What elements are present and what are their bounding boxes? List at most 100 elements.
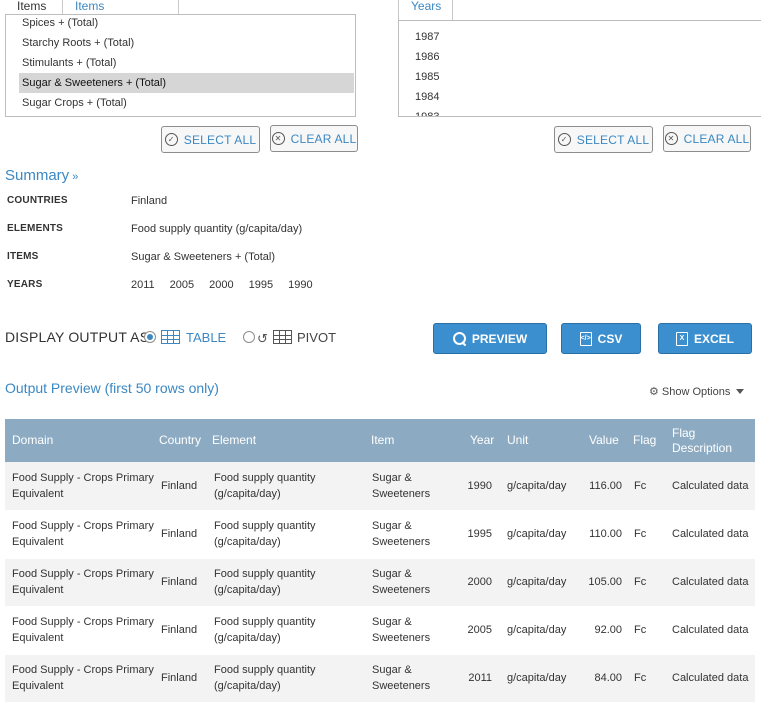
cell-value: 84.00 <box>594 672 622 684</box>
check-circle-icon: ✓ <box>557 133 571 146</box>
summary-years-value: 2011 2005 2000 1995 1990 <box>131 279 328 291</box>
list-item-label: Spices + (Total) <box>22 17 99 29</box>
cell-country: Finland <box>161 672 198 684</box>
cell-domain: Food Supply - Crops Primary Equivalent <box>12 471 154 500</box>
clear-circle-icon: ✕ <box>664 132 678 145</box>
header-country[interactable]: Country <box>156 419 210 462</box>
cell-item: Sugar & Sweeteners <box>372 664 431 692</box>
cell-domain: Food Supply - Crops Primary Equivalent <box>12 568 154 596</box>
cell-country: Finland <box>161 528 198 540</box>
cell-flag: Fc <box>634 624 647 636</box>
summary-year: 1990 <box>288 279 313 291</box>
list-item[interactable]: Sugar Crops + (Total) <box>6 93 355 113</box>
table-icon <box>161 330 180 344</box>
output-table: Domain Country Element Item Year Unit Va… <box>5 419 755 703</box>
summary-year: 1995 <box>248 279 274 291</box>
cell-year: 1990 <box>467 479 492 492</box>
items-clear-all-button[interactable]: ✕ CLEAR ALL <box>270 125 358 152</box>
cell-country: Finland <box>161 479 198 492</box>
tab-years-label: Years <box>411 0 442 13</box>
header-domain[interactable]: Domain <box>5 419 156 462</box>
list-item-selected[interactable]: Sugar & Sweeteners + (Total) <box>19 73 354 93</box>
items-list: Spices + (Total) Starchy Roots + (Total)… <box>6 15 355 113</box>
clear-all-label: CLEAR ALL <box>683 131 750 146</box>
list-item[interactable]: 1983 <box>399 107 761 116</box>
list-item[interactable]: 1986 <box>399 47 761 67</box>
cell-item: Sugar & Sweeteners <box>372 471 431 500</box>
header-item[interactable]: Item <box>360 419 458 462</box>
header-value[interactable]: Value <box>580 419 630 462</box>
table-row: Food Supply - Crops Primary Equivalent F… <box>5 558 755 606</box>
cell-flag: Fc <box>634 528 647 540</box>
cell-value: 110.00 <box>589 528 622 540</box>
cell-element: Food supply quantity (g/capita/day) <box>214 664 316 692</box>
table-header-row: Domain Country Element Item Year Unit Va… <box>5 419 755 462</box>
table-row: Food Supply - Crops Primary Equivalent F… <box>5 606 755 654</box>
search-icon <box>452 332 466 345</box>
cell-item: Sugar & Sweeteners <box>372 568 431 596</box>
clear-all-label: CLEAR ALL <box>290 131 357 146</box>
summary-toggle[interactable]: Summary» <box>5 167 78 184</box>
years-clear-all-button[interactable]: ✕ CLEAR ALL <box>663 125 751 152</box>
cell-unit: g/capita/day <box>507 672 567 684</box>
list-item-label: Sugar & Sweeteners + (Total) <box>22 77 166 89</box>
csv-file-icon: </> <box>579 331 592 346</box>
years-listbox[interactable]: 1987 1986 1985 1984 1983 <box>398 20 761 117</box>
gear-icon: ⚙ <box>649 386 659 398</box>
cell-element: Food supply quantity (g/capita/day) <box>214 520 316 548</box>
cell-domain: Food Supply - Crops Primary Equivalent <box>12 520 154 548</box>
cell-element: Food supply quantity (g/capita/day) <box>214 616 316 644</box>
list-item[interactable]: Spices + (Total) <box>6 15 355 33</box>
csv-button[interactable]: </> CSV <box>561 323 641 354</box>
cell-value: 92.00 <box>594 624 622 636</box>
header-year[interactable]: Year <box>458 419 500 462</box>
cell-unit: g/capita/day <box>507 528 567 540</box>
list-item[interactable]: Stimulants + (Total) <box>6 53 355 73</box>
table-radio[interactable] <box>144 331 156 343</box>
list-item[interactable]: Starchy Roots + (Total) <box>6 33 355 53</box>
items-listbox[interactable]: Spices + (Total) Starchy Roots + (Total)… <box>5 14 356 117</box>
cell-unit: g/capita/day <box>507 576 567 588</box>
preview-button[interactable]: PREVIEW <box>433 323 547 354</box>
list-item[interactable]: 1985 <box>399 67 761 87</box>
pivot-radio[interactable] <box>243 331 255 343</box>
list-item-label: 1987 <box>415 31 440 43</box>
table-option-label[interactable]: TABLE <box>186 330 226 345</box>
cell-flag-description: Calculated data <box>672 528 749 540</box>
cell-item: Sugar & Sweeteners <box>372 520 431 548</box>
header-flag-description[interactable]: Flag Description <box>666 419 755 462</box>
summary-elements-value: Food supply quantity (g/capita/day) <box>131 223 303 235</box>
cell-country: Finland <box>161 624 198 636</box>
list-item[interactable]: 1987 <box>399 27 761 47</box>
items-select-all-button[interactable]: ✓ SELECT ALL <box>161 126 260 153</box>
excel-label: EXCEL <box>693 331 734 346</box>
header-unit[interactable]: Unit <box>500 419 580 462</box>
list-item[interactable]: 1984 <box>399 87 761 107</box>
show-options-toggle[interactable]: ⚙ Show Options <box>649 385 745 398</box>
cell-value: 116.00 <box>589 479 622 492</box>
cell-item: Sugar & Sweeteners <box>372 616 431 644</box>
tab-years[interactable]: Years <box>398 0 453 20</box>
show-options-label: Show Options <box>661 385 731 398</box>
clear-circle-icon: ✕ <box>271 132 285 145</box>
tab-items-label: Items <box>17 0 47 13</box>
cell-domain: Food Supply - Crops Primary Equivalent <box>12 616 154 644</box>
pivot-grid-icon <box>273 330 292 344</box>
cell-flag: Fc <box>634 479 647 492</box>
pivot-option-label[interactable]: PIVOT <box>297 330 336 345</box>
cell-flag: Fc <box>634 576 647 588</box>
excel-button[interactable]: X EXCEL <box>658 323 752 354</box>
csv-label: CSV <box>597 331 623 346</box>
header-flag[interactable]: Flag <box>630 419 666 462</box>
summary-year: 2000 <box>209 279 234 291</box>
summary-items-label: ITEMS <box>7 251 39 262</box>
cell-element: Food supply quantity (g/capita/day) <box>214 568 316 596</box>
cell-year: 1995 <box>467 528 492 540</box>
cell-unit: g/capita/day <box>507 624 567 636</box>
header-element[interactable]: Element <box>210 419 360 462</box>
display-output-label: DISPLAY OUTPUT AS <box>5 329 150 345</box>
caret-down-icon <box>736 389 745 394</box>
years-select-all-button[interactable]: ✓ SELECT ALL <box>554 126 653 153</box>
list-item-label: Starchy Roots + (Total) <box>22 37 135 49</box>
output-preview-title: Output Preview (first 50 rows only) <box>5 380 219 396</box>
